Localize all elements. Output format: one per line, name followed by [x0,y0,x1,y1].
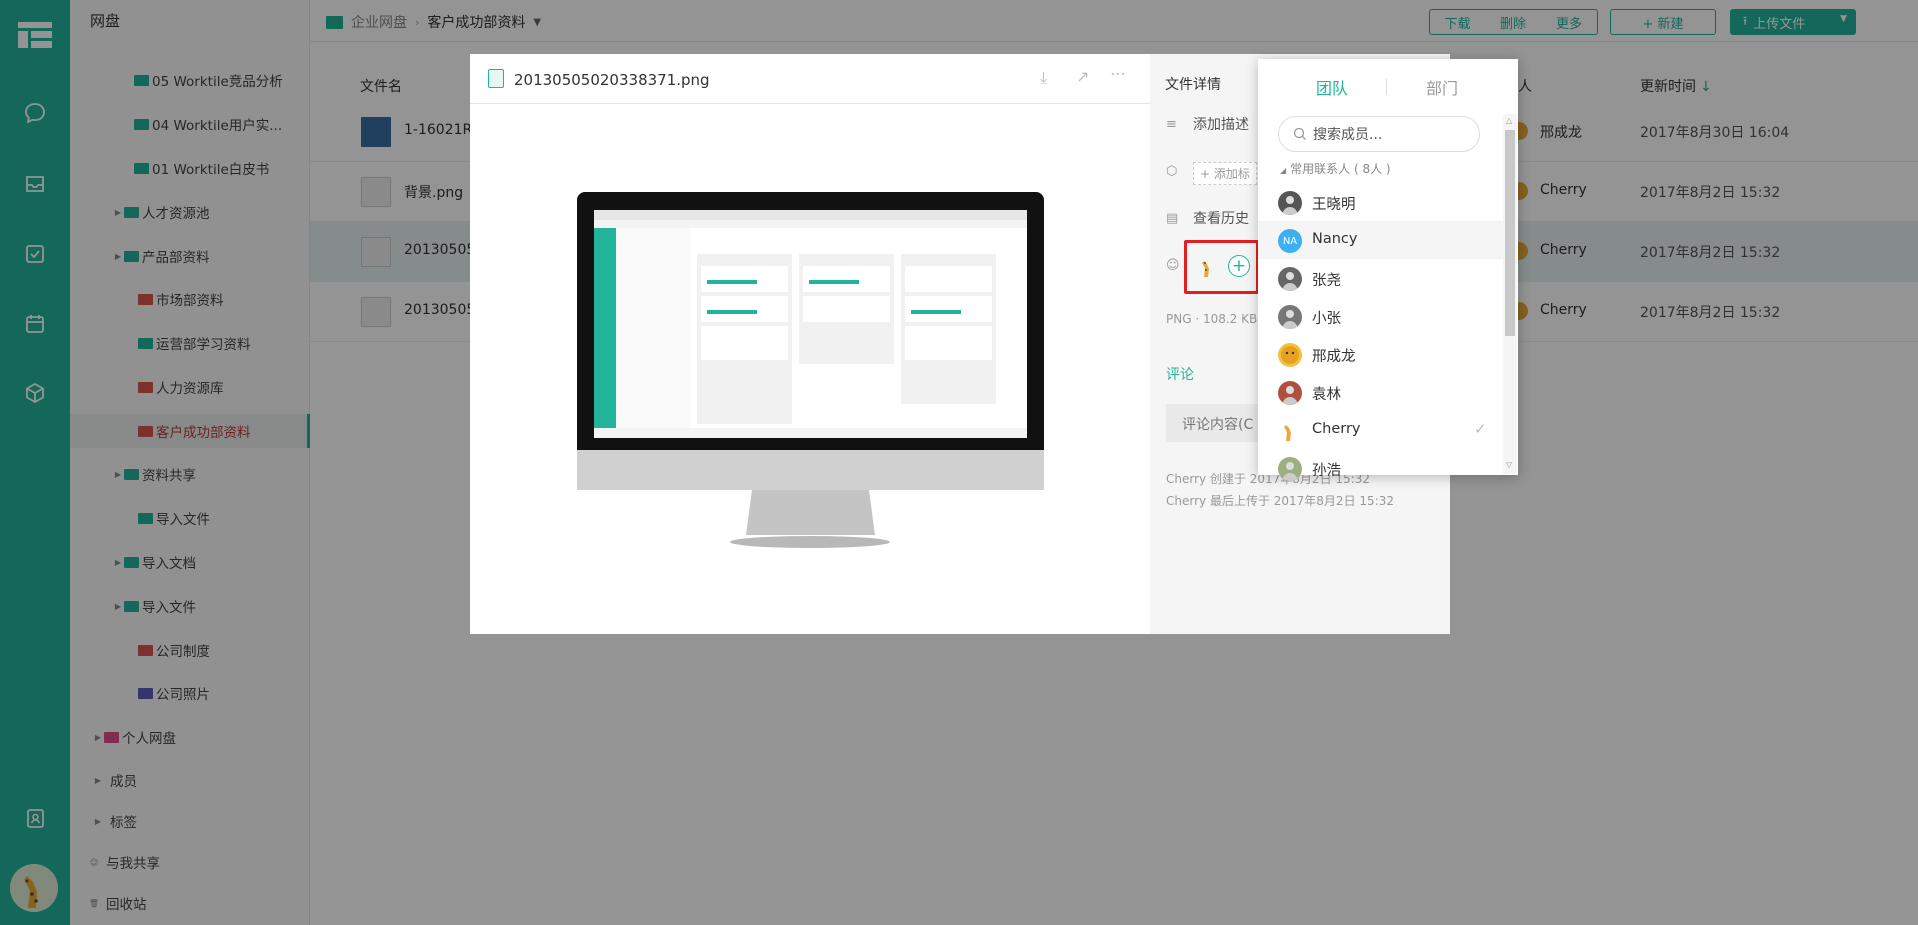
tag-icon: ⬡ [1166,164,1178,179]
download-icon[interactable]: ⤓ [1040,68,1047,88]
description-icon: ≡ [1166,117,1177,132]
member-avatar [1278,305,1302,329]
participant-avatar-cherry[interactable] [1196,255,1220,279]
history-icon: ▤ [1166,211,1179,226]
scroll-up-icon[interactable]: △ [1506,116,1512,125]
open-external-icon[interactable]: ↗ [1076,67,1089,86]
member-name: 王晓明 [1312,197,1356,213]
scroll-down-icon[interactable]: ▽ [1506,460,1512,469]
scrollbar[interactable]: △ ▽ [1503,114,1517,474]
member-avatar [1278,381,1302,405]
member-name: 小张 [1312,311,1341,327]
image-file-icon [488,69,504,88]
member-avatar [1278,191,1302,215]
contact-group-header[interactable]: ◢ 常用联系人 ( 8人 ) [1280,160,1391,177]
tab-team[interactable]: 团队 [1316,75,1348,99]
tab-divider [1386,79,1387,95]
search-placeholder: 搜索成员... [1313,127,1383,143]
member-avatar [1278,419,1302,443]
member-item[interactable]: NA Nancy [1258,221,1503,259]
file-info: PNG · 108.2 KB [1166,312,1258,326]
comment-title: 评论 [1166,367,1194,383]
member-picker-popup: 团队 部门 搜索成员... ◢ 常用联系人 ( 8人 ) 王晓明 NA Nancy 张尧… [1258,59,1518,481]
member-item[interactable]: 袁林 [1258,373,1503,411]
member-search-input[interactable]: 搜索成员... [1278,116,1480,152]
preview-image [577,192,1044,562]
member-name: Nancy [1312,231,1358,247]
view-history-link[interactable]: 查看历史 [1193,208,1249,228]
member-name: 孙浩 [1312,463,1341,479]
participants-icon: ☺ [1166,258,1180,273]
scrollbar-thumb[interactable] [1505,130,1515,336]
member-item[interactable]: 孙浩 [1258,449,1503,487]
uploaded-info: Cherry 最后上传于 2017年8月2日 15:32 [1166,494,1394,508]
search-icon [1293,127,1306,140]
member-item[interactable]: 王晓明 [1258,183,1503,221]
member-name: Cherry [1312,421,1361,437]
member-item[interactable]: 邢成龙 [1258,335,1503,373]
details-title: 文件详情 [1165,77,1221,93]
member-item[interactable]: 张尧 [1258,259,1503,297]
member-item[interactable]: Cherry ✓ [1258,411,1503,449]
contact-group-label: 常用联系人 ( 8人 ) [1290,162,1391,176]
add-description[interactable]: 添加描述 [1193,114,1249,134]
member-name: 张尧 [1312,273,1341,289]
comment-placeholder: 评论内容(C [1182,417,1254,433]
member-name: 邢成龙 [1312,349,1356,365]
member-avatar [1278,267,1302,291]
tab-department[interactable]: 部门 [1426,75,1458,99]
check-icon: ✓ [1474,420,1487,438]
member-name: 袁林 [1312,387,1341,403]
add-participant-button[interactable]: + [1228,255,1250,277]
add-tag-button[interactable]: + 添加标 [1193,162,1257,185]
member-avatar: NA [1278,229,1302,253]
member-avatar [1278,457,1302,481]
member-item[interactable]: 小张 [1258,297,1503,335]
member-avatar [1278,343,1302,367]
more-icon[interactable]: ⋯ [1110,64,1126,83]
collapse-triangle-icon: ◢ [1280,166,1287,175]
preview-header: 20130505020338371.png ⤓ ↗ ⋯ [470,54,1150,104]
preview-filename: 20130505020338371.png [514,71,710,89]
